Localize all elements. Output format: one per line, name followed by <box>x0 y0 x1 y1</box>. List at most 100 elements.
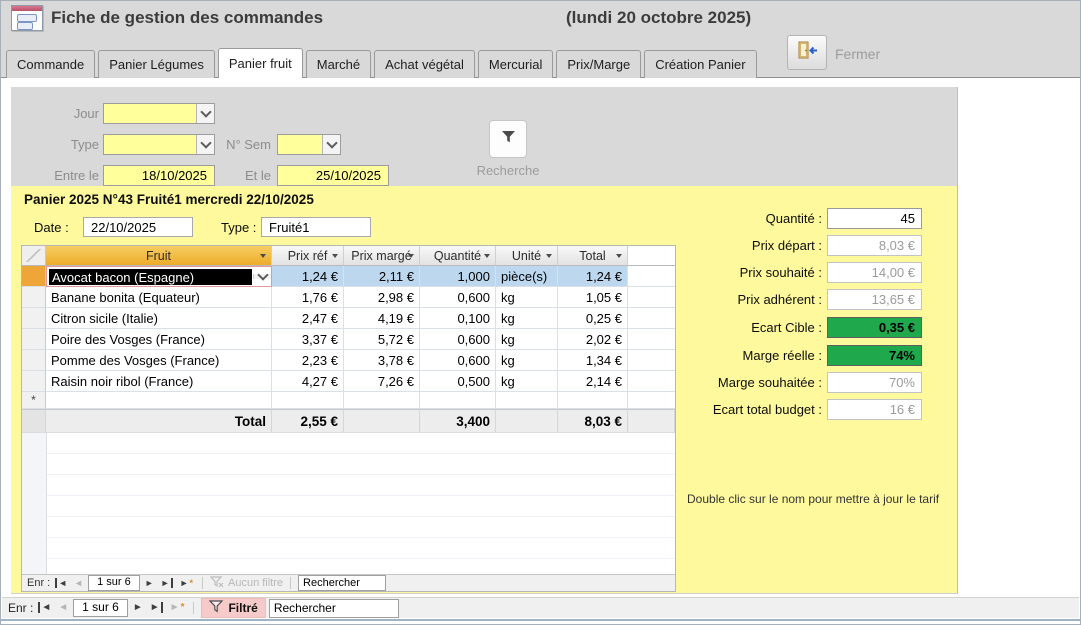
select-all-cell[interactable] <box>22 246 46 266</box>
unite-cell[interactable]: kg <box>496 371 558 392</box>
row-selector[interactable] <box>22 308 46 329</box>
table-row[interactable]: Banane bonita (Equateur)1,76 €2,98 €0,60… <box>22 287 675 308</box>
prix-ref-cell[interactable]: 2,47 € <box>272 308 344 329</box>
record-position[interactable]: 1 sur 6 <box>88 575 140 591</box>
unite-cell[interactable]: kg <box>496 350 558 371</box>
prix-marge-cell[interactable]: 4,19 € <box>344 308 420 329</box>
semaine-combobox[interactable] <box>277 134 341 155</box>
row-selector[interactable] <box>22 287 46 308</box>
quantite-field[interactable]: 45 <box>827 208 922 229</box>
fruit-combobox[interactable]: Avocat bacon (Espagne) <box>46 266 272 287</box>
type-field[interactable]: Fruité1 <box>261 217 371 237</box>
header-filler <box>628 246 675 266</box>
last-record-button[interactable]: ► <box>148 602 165 614</box>
column-header-prix-marge[interactable]: Prix margé <box>344 246 420 266</box>
column-header-total[interactable]: Total <box>558 246 628 266</box>
next-record-button[interactable]: ► <box>131 602 145 614</box>
first-record-button[interactable]: ◄ <box>53 577 69 589</box>
search-records-input[interactable] <box>269 599 399 618</box>
table-row[interactable]: Raisin noir ribol (France)4,27 €7,26 €0,… <box>22 371 675 392</box>
quantite-cell[interactable]: 0,500 <box>420 371 496 392</box>
total-cell[interactable]: 2,02 € <box>558 329 628 350</box>
chevron-down-icon[interactable] <box>253 274 271 279</box>
next-record-button[interactable]: ► <box>143 577 156 589</box>
prix-marge-cell[interactable]: 2,98 € <box>344 287 420 308</box>
row-selector[interactable] <box>22 266 46 287</box>
fruit-cell[interactable]: Pomme des Vosges (France) <box>46 350 272 371</box>
last-record-button[interactable]: ► <box>159 577 175 589</box>
table-row[interactable]: Citron sicile (Italie)2,47 €4,19 €0,100k… <box>22 308 675 329</box>
table-row[interactable]: Pomme des Vosges (France)2,23 €3,78 €0,6… <box>22 350 675 371</box>
summary-row: Ecart Cible :0,35 € <box>751 317 922 338</box>
prix-ref-cell[interactable]: 1,76 € <box>272 287 344 308</box>
prix-marge-cell[interactable]: 3,78 € <box>344 350 420 371</box>
prix-ref-cell[interactable]: 2,23 € <box>272 350 344 371</box>
chevron-down-icon[interactable] <box>322 135 340 154</box>
date-field[interactable]: 22/10/2025 <box>83 217 193 237</box>
jour-combobox[interactable] <box>103 103 215 124</box>
close-form-button[interactable] <box>787 35 827 70</box>
prix-ref-cell[interactable]: 1,24 € <box>272 266 344 287</box>
total-cell[interactable]: 2,14 € <box>558 371 628 392</box>
fruit-cell[interactable]: Banane bonita (Equateur) <box>46 287 272 308</box>
column-header-quantite[interactable]: Quantité <box>420 246 496 266</box>
quantite-cell[interactable]: 0,600 <box>420 350 496 371</box>
tab-marche[interactable]: Marché <box>306 50 371 78</box>
form-icon <box>11 5 43 31</box>
total-cell[interactable]: 1,34 € <box>558 350 628 371</box>
recherche-button[interactable] <box>489 120 527 158</box>
table-row[interactable]: Avocat bacon (Espagne)1,24 €2,11 €1,000p… <box>22 266 675 287</box>
tab-commande[interactable]: Commande <box>6 50 95 78</box>
row-selector[interactable] <box>22 350 46 371</box>
tab-prix-marge[interactable]: Prix/Marge <box>556 50 641 78</box>
prix-marge-cell[interactable]: 7,26 € <box>344 371 420 392</box>
tab-panier-fruit[interactable]: Panier fruit <box>218 48 303 78</box>
prix-marge-cell[interactable]: 5,72 € <box>344 329 420 350</box>
type-combobox[interactable] <box>103 134 215 155</box>
table-row[interactable]: Poire des Vosges (France)3,37 €5,72 €0,6… <box>22 329 675 350</box>
quantite-cell[interactable]: 0,600 <box>420 329 496 350</box>
new-record-row[interactable]: * <box>22 392 675 409</box>
total-cell[interactable]: 1,24 € <box>558 266 628 287</box>
prix-ref-cell[interactable]: 3,37 € <box>272 329 344 350</box>
date-debut-field[interactable]: 18/10/2025 <box>103 165 215 186</box>
row-selector[interactable] <box>22 371 46 392</box>
new-record-button[interactable]: ►* <box>168 602 187 614</box>
fruit-cell[interactable]: Raisin noir ribol (France) <box>46 371 272 392</box>
tab-achat-vegetal[interactable]: Achat végétal <box>374 50 475 78</box>
unite-cell[interactable]: kg <box>496 308 558 329</box>
date-fin-field[interactable]: 25/10/2025 <box>277 165 389 186</box>
fruit-cell[interactable]: Citron sicile (Italie) <box>46 308 272 329</box>
quantite-cell[interactable]: 1,000 <box>420 266 496 287</box>
quantite-cell[interactable]: 0,100 <box>420 308 496 329</box>
unite-cell[interactable]: kg <box>496 287 558 308</box>
chevron-down-icon[interactable] <box>196 104 214 123</box>
tab-creation-panier[interactable]: Création Panier <box>644 50 756 78</box>
column-header-unite[interactable]: Unité <box>496 246 558 266</box>
unite-cell[interactable]: pièce(s) <box>496 266 558 287</box>
column-header-fruit[interactable]: Fruit <box>46 246 272 266</box>
fruit-cell[interactable]: Poire des Vosges (France) <box>46 329 272 350</box>
prix-marge-cell[interactable]: 2,11 € <box>344 266 420 287</box>
header-date: (lundi 20 octobre 2025) <box>566 8 751 28</box>
unite-cell[interactable]: kg <box>496 329 558 350</box>
previous-record-button[interactable]: ◄ <box>72 577 85 589</box>
quantite-cell[interactable]: 0,600 <box>420 287 496 308</box>
record-position[interactable]: 1 sur 6 <box>73 599 128 617</box>
tab-panier-legumes[interactable]: Panier Légumes <box>98 50 215 78</box>
marge-souhaitee-field: 70% <box>827 372 922 393</box>
prix-ref-cell[interactable]: 4,27 € <box>272 371 344 392</box>
tab-mercurial[interactable]: Mercurial <box>478 50 553 78</box>
filtered-toggle[interactable]: Filtré <box>201 598 265 618</box>
total-cell[interactable]: 1,05 € <box>558 287 628 308</box>
subform-record-navigator: Enr : ◄ ◄ 1 sur 6 ► ► ►* Aucun filtre <box>22 574 675 591</box>
first-record-button[interactable]: ◄ <box>36 602 53 614</box>
new-record-button[interactable]: ►* <box>178 577 195 589</box>
total-cell[interactable]: 0,25 € <box>558 308 628 329</box>
previous-record-button[interactable]: ◄ <box>56 602 70 614</box>
row-selector[interactable] <box>22 329 46 350</box>
chevron-down-icon[interactable] <box>196 135 214 154</box>
search-records-input[interactable] <box>298 575 386 591</box>
no-filter-toggle[interactable]: Aucun filtre <box>210 576 283 591</box>
column-header-prix-ref[interactable]: Prix réf <box>272 246 344 266</box>
